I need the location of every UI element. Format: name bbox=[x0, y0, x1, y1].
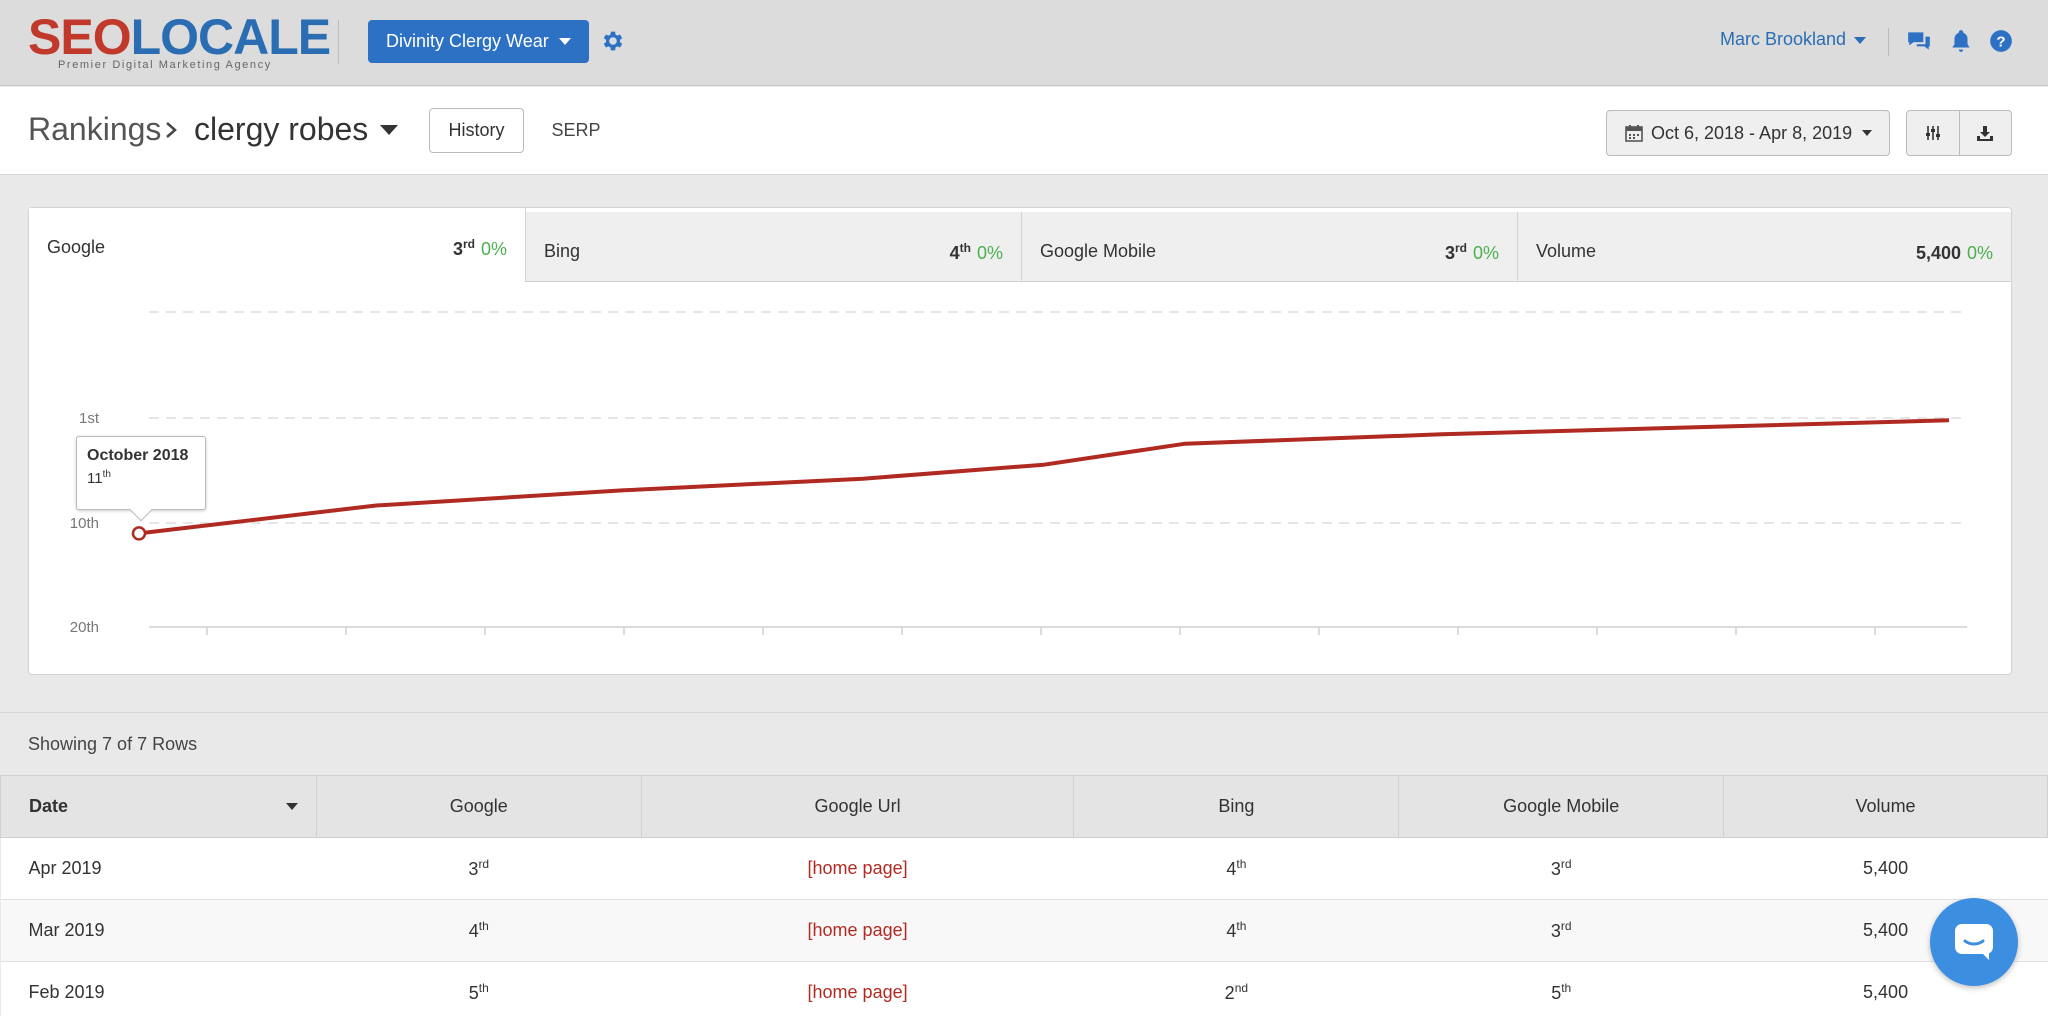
chat-bubble-icon bbox=[1955, 924, 1993, 960]
rank-chart-panel: 1st 10th 20th Google 3rd 0% Bing 4th 0% Goog… bbox=[28, 207, 2012, 675]
tab-rank-suffix: rd bbox=[462, 237, 475, 251]
divider bbox=[338, 20, 339, 64]
gear-icon[interactable] bbox=[600, 28, 626, 54]
engine-tabs: Google 3rd 0% Bing 4th 0% Google Mobile 3r… bbox=[29, 208, 2011, 282]
cell-date: Mar 2019 bbox=[0, 899, 317, 962]
cell-google: 3rd bbox=[316, 837, 642, 900]
tab-change: 0% bbox=[1472, 243, 1499, 263]
data-point bbox=[131, 526, 147, 541]
tab-rank: 4 bbox=[949, 243, 960, 263]
table-header-row: Date Google Google Url Bing Google Mobil… bbox=[0, 775, 2048, 838]
cell-google: 4th bbox=[316, 899, 642, 962]
column-header-google-url[interactable]: Google Url bbox=[640, 775, 1075, 838]
bell-icon[interactable] bbox=[1948, 28, 1974, 54]
logo-word-locale: LOCALE bbox=[130, 9, 332, 65]
cell-bing: 2nd bbox=[1073, 961, 1399, 1016]
sort-caret-icon bbox=[285, 803, 298, 810]
caret-down-icon bbox=[559, 38, 571, 45]
table-row: Apr 2019 3rd [home page] 4th 3rd 5,400 bbox=[0, 837, 2048, 900]
tab-rank-suffix: rd bbox=[1454, 241, 1467, 255]
table-row: Mar 2019 4th [home page] 4th 3rd 5,400 bbox=[0, 899, 2048, 962]
column-header-bing[interactable]: Bing bbox=[1073, 775, 1400, 838]
cell-google-url: [home page] bbox=[641, 899, 1074, 962]
tab-change: 0% bbox=[480, 239, 507, 259]
logo-word-seo: SEO bbox=[28, 9, 132, 65]
help-icon[interactable]: ? bbox=[1988, 28, 2014, 54]
cell-bing: 4th bbox=[1073, 837, 1399, 900]
tab-bing[interactable]: Bing 4th 0% bbox=[526, 212, 1022, 282]
column-header-date[interactable]: Date bbox=[0, 775, 317, 838]
history-button[interactable]: History bbox=[429, 108, 524, 153]
keyword-title[interactable]: clergy robes bbox=[194, 111, 368, 148]
chevron-right-icon bbox=[166, 122, 177, 138]
tooltip-value: 11 bbox=[87, 470, 103, 487]
table-row: Feb 2019 5th [home page] 2nd 5th 5,400 bbox=[0, 961, 2048, 1016]
rankings-table: Date Google Google Url Bing Google Mobil… bbox=[0, 775, 2048, 1016]
chat-icon[interactable] bbox=[1906, 28, 1932, 54]
cell-volume: 5,400 bbox=[1723, 837, 2048, 900]
seolocale-logo[interactable]: SEOLOCALE Premier Digital Marketing Agen… bbox=[28, 9, 331, 72]
caret-down-icon bbox=[1862, 130, 1873, 136]
settings-sliders-button[interactable] bbox=[1907, 111, 1959, 155]
tab-label: Google bbox=[47, 237, 106, 257]
cell-date: Feb 2019 bbox=[0, 961, 317, 1016]
tab-google-mobile[interactable]: Google Mobile 3rd 0% bbox=[1022, 212, 1518, 282]
support-chat-button[interactable] bbox=[1930, 898, 2018, 986]
tab-google[interactable]: Google 3rd 0% bbox=[29, 208, 526, 282]
client-dropdown-label: Divinity Clergy Wear bbox=[386, 31, 549, 51]
rankings-table-section: Showing 7 of 7 Rows Date Google Google U… bbox=[0, 712, 2048, 1016]
sliders-icon bbox=[1925, 126, 1940, 140]
breadcrumb-rankings[interactable]: Rankings bbox=[28, 111, 161, 148]
tab-rank: 3 bbox=[452, 239, 463, 259]
tooltip-value-suffix: th bbox=[102, 469, 111, 480]
date-range-label: Oct 6, 2018 - Apr 8, 2019 bbox=[1651, 122, 1853, 143]
chart-tooltip: October 2018 11th bbox=[76, 436, 206, 522]
tab-change: 0% bbox=[1966, 243, 1993, 263]
svg-text:?: ? bbox=[1996, 33, 2005, 50]
google-url-link[interactable]: [home page] bbox=[808, 920, 908, 940]
column-header-volume[interactable]: Volume bbox=[1723, 775, 2048, 838]
page-header: Rankings clergy robes History SERP Oct 6… bbox=[0, 87, 2048, 175]
tab-rank: 3 bbox=[1444, 243, 1455, 263]
divider bbox=[1888, 28, 1889, 56]
google-url-link[interactable]: [home page] bbox=[808, 858, 908, 878]
google-url-link[interactable]: [home page] bbox=[808, 982, 908, 1002]
user-menu[interactable]: Marc Brookland bbox=[1720, 29, 1867, 50]
cell-bing: 4th bbox=[1073, 899, 1399, 962]
cell-date: Apr 2019 bbox=[0, 837, 317, 900]
top-bar: SEOLOCALE Premier Digital Marketing Agen… bbox=[0, 0, 2048, 86]
tab-label: Bing bbox=[544, 241, 581, 261]
tab-rank-suffix: th bbox=[959, 241, 971, 255]
tooltip-title: October 2018 bbox=[87, 447, 189, 464]
download-button[interactable] bbox=[1958, 111, 2012, 155]
tab-rank: 5,400 bbox=[1915, 243, 1961, 263]
cell-google-url: [home page] bbox=[641, 961, 1074, 1016]
serp-button[interactable]: SERP bbox=[538, 108, 614, 153]
y-tick-label: 1st bbox=[79, 410, 100, 427]
calendar-icon bbox=[1625, 125, 1643, 142]
y-tick-label: 20th bbox=[70, 619, 99, 636]
column-header-google[interactable]: Google bbox=[315, 775, 642, 838]
tab-change: 0% bbox=[976, 243, 1003, 263]
cell-google-mobile: 3rd bbox=[1398, 837, 1724, 900]
tab-volume[interactable]: Volume 5,400 0% bbox=[1518, 212, 2011, 282]
client-dropdown-button[interactable]: Divinity Clergy Wear bbox=[368, 20, 589, 63]
caret-down-icon bbox=[1854, 36, 1867, 44]
user-name: Marc Brookland bbox=[1720, 29, 1847, 49]
download-icon bbox=[1977, 126, 1994, 141]
cell-google-mobile: 3rd bbox=[1398, 899, 1724, 962]
row-count-text: Showing 7 of 7 Rows bbox=[28, 734, 198, 754]
cell-google-mobile: 5th bbox=[1398, 961, 1724, 1016]
cell-google: 5th bbox=[316, 961, 642, 1016]
keyword-caret-down-icon[interactable] bbox=[380, 125, 398, 135]
cell-google-url: [home page] bbox=[641, 837, 1074, 900]
y-tick-label: 10th bbox=[70, 515, 99, 532]
series-line bbox=[138, 418, 1950, 536]
tab-label: Volume bbox=[1536, 241, 1597, 261]
column-header-google-mobile[interactable]: Google Mobile bbox=[1398, 775, 1725, 838]
chart-tools-group bbox=[1906, 110, 2012, 156]
date-range-picker[interactable]: Oct 6, 2018 - Apr 8, 2019 bbox=[1606, 110, 1890, 156]
logo-tagline: Premier Digital Marketing Agency bbox=[58, 59, 272, 71]
tab-label: Google Mobile bbox=[1040, 241, 1157, 261]
